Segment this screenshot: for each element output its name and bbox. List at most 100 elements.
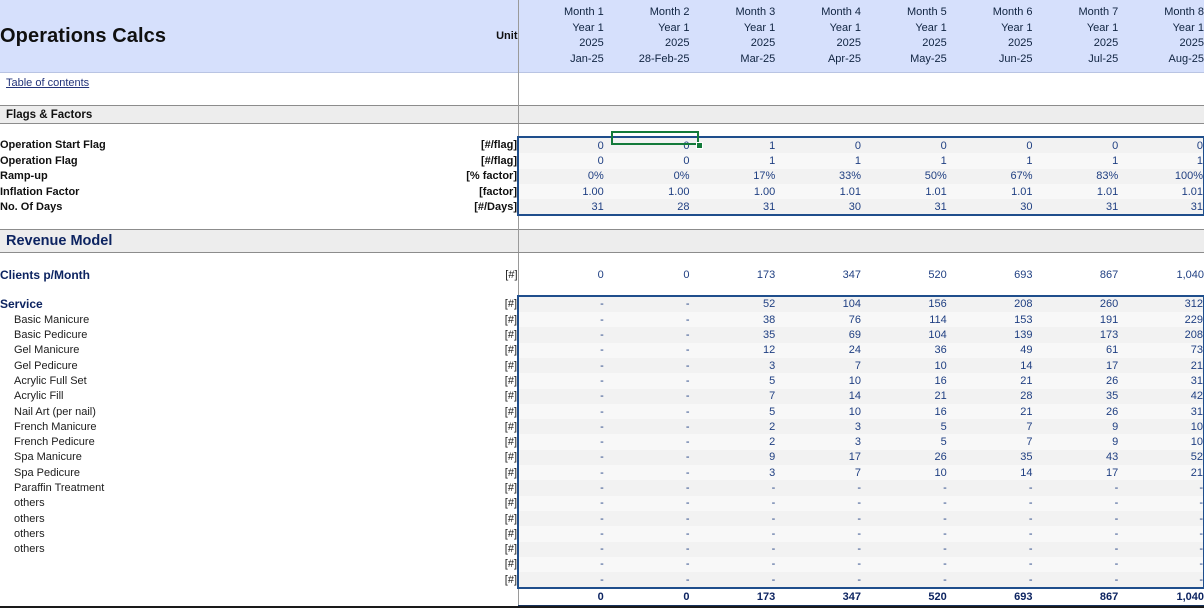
cell-m1[interactable]: 1.00: [518, 184, 604, 199]
cell-m8[interactable]: -: [1118, 572, 1204, 588]
cell-m2[interactable]: -: [604, 434, 690, 449]
cell-m1[interactable]: -: [518, 404, 604, 419]
cell-m3[interactable]: 12: [690, 343, 776, 358]
cell-m5[interactable]: 26: [861, 450, 947, 465]
cell-m4[interactable]: -: [775, 526, 861, 541]
cell-m5[interactable]: 5: [861, 434, 947, 449]
cell-m7[interactable]: 26: [1033, 373, 1119, 388]
cell-m7[interactable]: -: [1033, 511, 1119, 526]
column-header-month-2[interactable]: Month 2Year 1202528-Feb-25: [604, 0, 690, 73]
cell-m5[interactable]: -: [861, 480, 947, 495]
cell-m8[interactable]: 229: [1118, 312, 1204, 327]
cell-m2[interactable]: -: [604, 404, 690, 419]
cell-m8[interactable]: 31: [1118, 199, 1204, 215]
cell-m5[interactable]: 10: [861, 358, 947, 373]
cell-m6[interactable]: 14: [947, 465, 1033, 480]
cell-m7[interactable]: 83%: [1033, 169, 1119, 184]
cell-m4[interactable]: 69: [775, 327, 861, 342]
cell-m5[interactable]: -: [861, 511, 947, 526]
cell-m2[interactable]: -: [604, 480, 690, 495]
cell-m6[interactable]: 21: [947, 373, 1033, 388]
cell-m8[interactable]: 1: [1118, 153, 1204, 168]
cell-m2[interactable]: -: [604, 296, 690, 312]
cell-m6[interactable]: -: [947, 496, 1033, 511]
cell-m6[interactable]: 208: [947, 296, 1033, 312]
cell-m7[interactable]: -: [1033, 542, 1119, 557]
cell-m4[interactable]: 7: [775, 465, 861, 480]
cell-m8[interactable]: 73: [1118, 343, 1204, 358]
cell-m8[interactable]: -: [1118, 511, 1204, 526]
cell-m6[interactable]: 35: [947, 450, 1033, 465]
cell-m3[interactable]: -: [690, 511, 776, 526]
cell-m8[interactable]: -: [1118, 496, 1204, 511]
cell-m5[interactable]: -: [861, 542, 947, 557]
cell-m1[interactable]: -: [518, 327, 604, 342]
cell-m2[interactable]: 0: [604, 267, 690, 282]
cell-m2[interactable]: 0%: [604, 169, 690, 184]
cell-m6[interactable]: -: [947, 572, 1033, 588]
cell-m3[interactable]: -: [690, 557, 776, 572]
cell-m1[interactable]: 0: [518, 588, 604, 606]
cell-m7[interactable]: 9: [1033, 419, 1119, 434]
cell-m3[interactable]: 38: [690, 312, 776, 327]
cell-m4[interactable]: 104: [775, 296, 861, 312]
column-header-month-5[interactable]: Month 5Year 12025May-25: [861, 0, 947, 73]
cell-m4[interactable]: 30: [775, 199, 861, 215]
table-of-contents-link[interactable]: Table of contents: [0, 77, 89, 89]
cell-m3[interactable]: 2: [690, 434, 776, 449]
column-header-month-8[interactable]: Month 8Year 12025Aug-25: [1118, 0, 1204, 73]
cell-m2[interactable]: 0: [604, 588, 690, 606]
cell-m8[interactable]: 52: [1118, 450, 1204, 465]
cell-m6[interactable]: 0: [947, 137, 1033, 153]
cell-m7[interactable]: -: [1033, 526, 1119, 541]
cell-m5[interactable]: 114: [861, 312, 947, 327]
cell-m3[interactable]: -: [690, 496, 776, 511]
cell-m1[interactable]: -: [518, 526, 604, 541]
cell-m6[interactable]: 49: [947, 343, 1033, 358]
cell-m3[interactable]: -: [690, 526, 776, 541]
cell-m8[interactable]: 1,040: [1118, 588, 1204, 606]
cell-m8[interactable]: 42: [1118, 389, 1204, 404]
cell-m1[interactable]: -: [518, 389, 604, 404]
cell-m6[interactable]: 7: [947, 419, 1033, 434]
cell-m2[interactable]: -: [604, 419, 690, 434]
cell-m1[interactable]: -: [518, 572, 604, 588]
cell-m2[interactable]: -: [604, 327, 690, 342]
cell-m3[interactable]: -: [690, 480, 776, 495]
cell-m5[interactable]: 1.01: [861, 184, 947, 199]
cell-m4[interactable]: 7: [775, 358, 861, 373]
cell-m6[interactable]: 28: [947, 389, 1033, 404]
cell-m4[interactable]: 347: [775, 588, 861, 606]
cell-m2[interactable]: -: [604, 450, 690, 465]
cell-m8[interactable]: 208: [1118, 327, 1204, 342]
cell-m3[interactable]: 5: [690, 404, 776, 419]
cell-m3[interactable]: 35: [690, 327, 776, 342]
cell-m6[interactable]: 693: [947, 588, 1033, 606]
cell-m7[interactable]: 173: [1033, 327, 1119, 342]
cell-m7[interactable]: -: [1033, 557, 1119, 572]
cell-m3[interactable]: 1: [690, 137, 776, 153]
cell-m1[interactable]: -: [518, 419, 604, 434]
cell-m2[interactable]: -: [604, 373, 690, 388]
cell-m7[interactable]: 260: [1033, 296, 1119, 312]
cell-m1[interactable]: -: [518, 511, 604, 526]
cell-m1[interactable]: -: [518, 343, 604, 358]
cell-m7[interactable]: 191: [1033, 312, 1119, 327]
cell-m6[interactable]: 139: [947, 327, 1033, 342]
cell-m5[interactable]: 156: [861, 296, 947, 312]
cell-m8[interactable]: 31: [1118, 373, 1204, 388]
cell-m3[interactable]: 2: [690, 419, 776, 434]
cell-m8[interactable]: -: [1118, 526, 1204, 541]
cell-m2[interactable]: -: [604, 343, 690, 358]
cell-m7[interactable]: 17: [1033, 358, 1119, 373]
cell-m1[interactable]: 0: [518, 153, 604, 168]
cell-m3[interactable]: 1: [690, 153, 776, 168]
cell-m5[interactable]: 50%: [861, 169, 947, 184]
cell-m3[interactable]: 5: [690, 373, 776, 388]
cell-m8[interactable]: 1,040: [1118, 267, 1204, 282]
cell-m1[interactable]: -: [518, 557, 604, 572]
cell-m3[interactable]: 3: [690, 465, 776, 480]
cell-m1[interactable]: -: [518, 312, 604, 327]
cell-m3[interactable]: 31: [690, 199, 776, 215]
cell-m6[interactable]: -: [947, 511, 1033, 526]
